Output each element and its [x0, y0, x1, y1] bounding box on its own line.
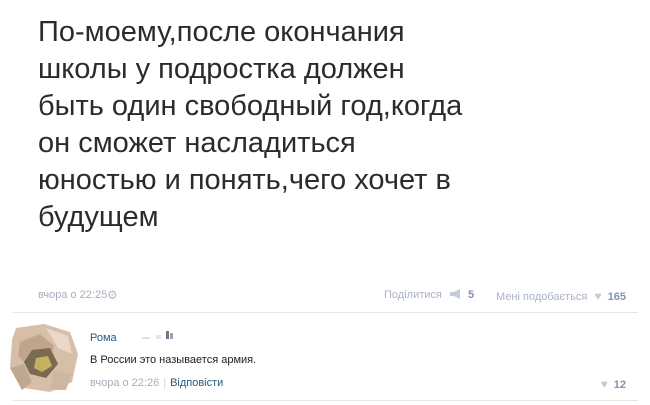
share-count: 5: [467, 289, 475, 301]
comment-like-count: 12: [613, 379, 626, 391]
reply-link[interactable]: Відповісти: [170, 377, 223, 389]
comment-like-button[interactable]: ♥ 12: [597, 377, 626, 391]
comment-text: В России это называется армия.: [90, 354, 257, 366]
comment-meta-row: вчора о 22:26 | Відповісти: [90, 377, 223, 389]
avatar[interactable]: [10, 324, 78, 392]
signal-icon: [142, 331, 173, 339]
like-button[interactable]: Мені подобається ♥ 165: [496, 289, 626, 303]
like-label: Мені подобається: [496, 291, 588, 303]
post-timestamp[interactable]: вчора о 22:25: [38, 289, 107, 301]
heart-icon: ♥: [594, 289, 602, 303]
post-text: По-моему,после окончания школы у подрост…: [38, 16, 463, 233]
separator: |: [163, 377, 167, 389]
share-button[interactable]: Поділитися 5: [384, 289, 474, 301]
post-meta-row: вчора о 22:25 ⚙ Поділитися 5 Мені подоба…: [38, 288, 626, 304]
megaphone-icon: [449, 289, 460, 299]
avatar-image: [10, 324, 78, 392]
heart-icon: ♥: [600, 377, 608, 391]
comment-timestamp[interactable]: вчора о 22:26: [90, 377, 159, 389]
like-count: 165: [607, 291, 626, 303]
comment-author[interactable]: Рома: [90, 332, 117, 344]
post-divider: [12, 312, 638, 313]
comment-divider: [12, 400, 638, 401]
gear-icon[interactable]: ⚙: [107, 288, 118, 302]
share-label: Поділитися: [384, 289, 442, 301]
